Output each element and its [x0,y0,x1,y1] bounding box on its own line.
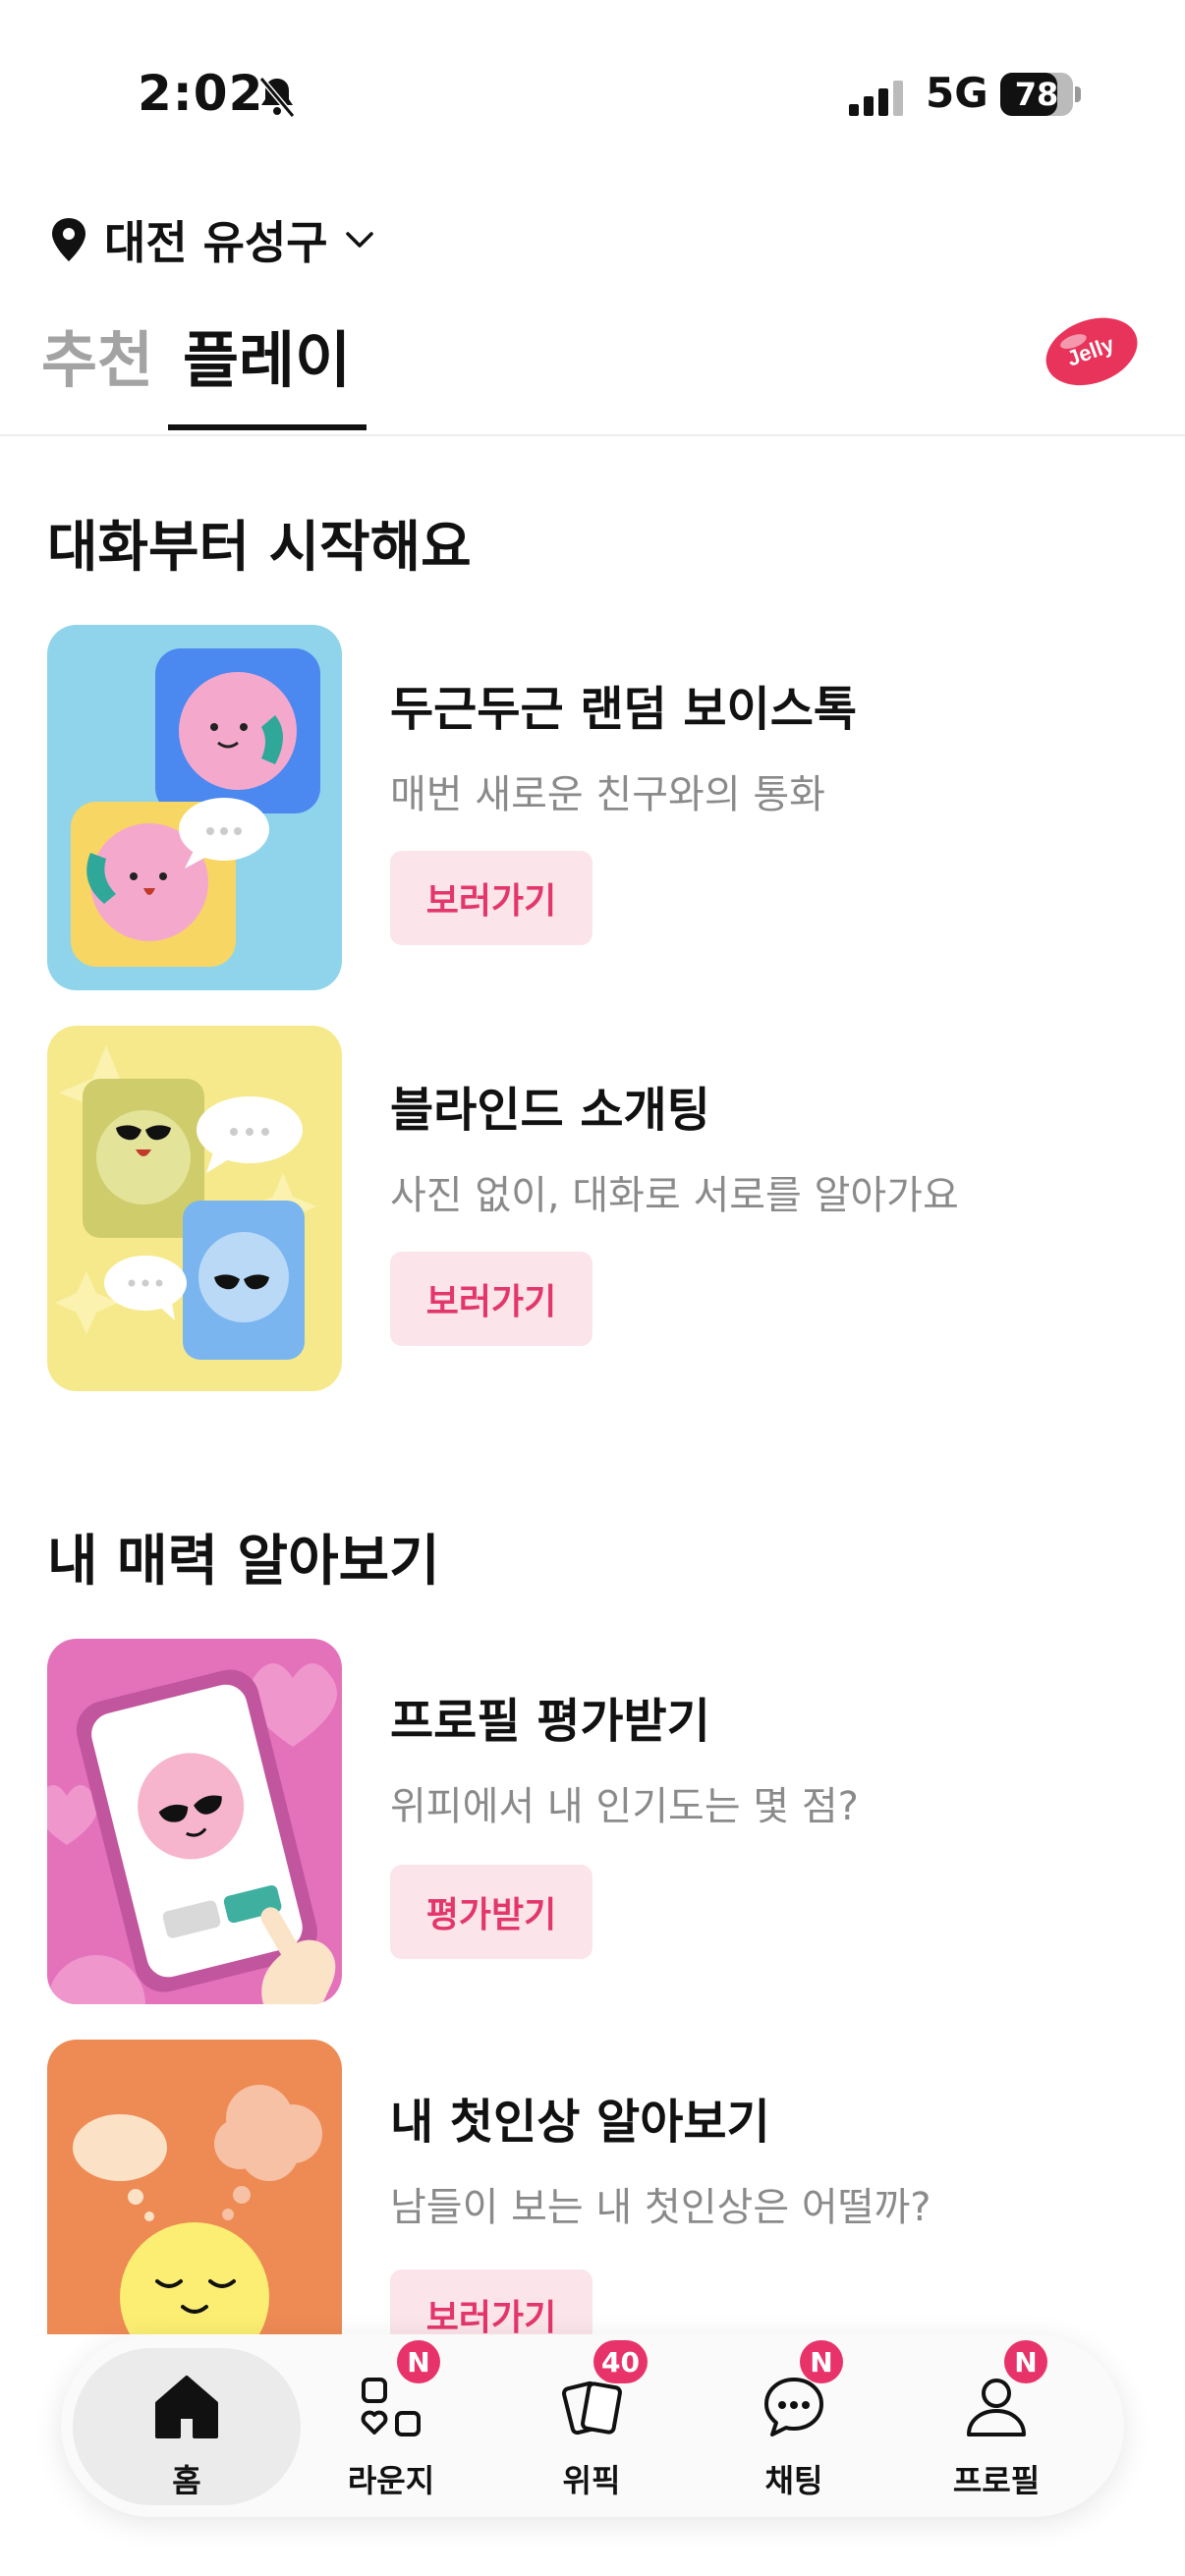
nav-lounge[interactable]: N 라운지 [293,2340,489,2505]
battery-icon: 78 [1000,73,1081,116]
blinddate-illustration [55,1045,316,1360]
card-subtitle-voicetalk: 매번 새로운 친구와의 통화 [390,772,825,817]
card-subtitle-first-impression: 남들이 보는 내 첫인상은 어떨까? [390,2185,931,2230]
voicetalk-thumbnail[interactable] [47,625,342,990]
card-title-profile-rating: 프로필 평가받기 [390,1694,710,1749]
tab-recommend[interactable]: 추천 [41,310,153,399]
bell-muted-icon [258,77,296,118]
nav-home[interactable]: 홈 [88,2348,285,2505]
profile-rating-button[interactable]: 평가받기 [390,1865,592,1959]
location-label: 대전 유성구 [104,216,328,269]
nav-chat[interactable]: N 채팅 [696,2340,892,2505]
chevron-down-icon [345,232,373,248]
lounge-badge: N [397,2340,440,2383]
profile-rating-illustration [47,1663,337,2004]
header-divider [0,434,1185,436]
nav-label-chat: 채팅 [764,2462,823,2499]
nav-label-lounge: 라운지 [347,2462,435,2499]
voicetalk-illustration [71,648,320,967]
nav-wepick[interactable]: 40 위픽 [493,2340,690,2505]
active-tab-indicator [168,424,367,430]
battery-percent: 78 [1014,76,1059,113]
home-icon [155,2376,218,2438]
wepick-badge: 40 [593,2340,648,2383]
nav-label-wepick: 위픽 [562,2462,621,2499]
card-subtitle-profile-rating: 위피에서 내 인기도는 몇 점? [390,1784,859,1829]
profile-badge: N [1004,2340,1047,2383]
signal-icon [849,81,903,116]
card-subtitle-blinddate: 사진 없이, 대화로 서로를 알아가요 [390,1173,959,1218]
status-time: 2:02 [138,65,264,122]
voicetalk-view-button[interactable]: 보러가기 [390,851,592,945]
profile-rating-thumbnail[interactable] [47,1639,342,2004]
first-impression-illustration [73,2085,322,2334]
location-selector[interactable]: 대전 유성구 [49,208,377,271]
card-title-blinddate: 블라인드 소개팅 [390,1083,710,1138]
jelly-button[interactable]: Jelly [1038,307,1144,391]
blinddate-view-button[interactable]: 보러가기 [390,1252,592,1346]
network-label: 5G [926,69,988,117]
nav-label-profile: 프로필 [952,2462,1041,2499]
tab-play[interactable]: 플레이 [183,310,351,399]
blinddate-thumbnail[interactable] [47,1026,342,1391]
card-title-voicetalk: 두근두근 랜덤 보이스톡 [390,682,858,737]
section-title-charm: 내 매력 알아보기 [47,1530,440,1594]
nav-profile[interactable]: N 프로필 [898,2340,1095,2505]
first-impression-view-button[interactable]: 보러가기 [390,2269,592,2338]
nav-label-home: 홈 [172,2462,201,2499]
section-title-conversation: 대화부터 시작해요 [47,516,472,580]
first-impression-thumbnail[interactable] [47,2040,342,2334]
card-title-first-impression: 내 첫인상 알아보기 [390,2095,770,2150]
chat-badge: N [800,2340,843,2383]
location-pin-icon [52,218,85,261]
